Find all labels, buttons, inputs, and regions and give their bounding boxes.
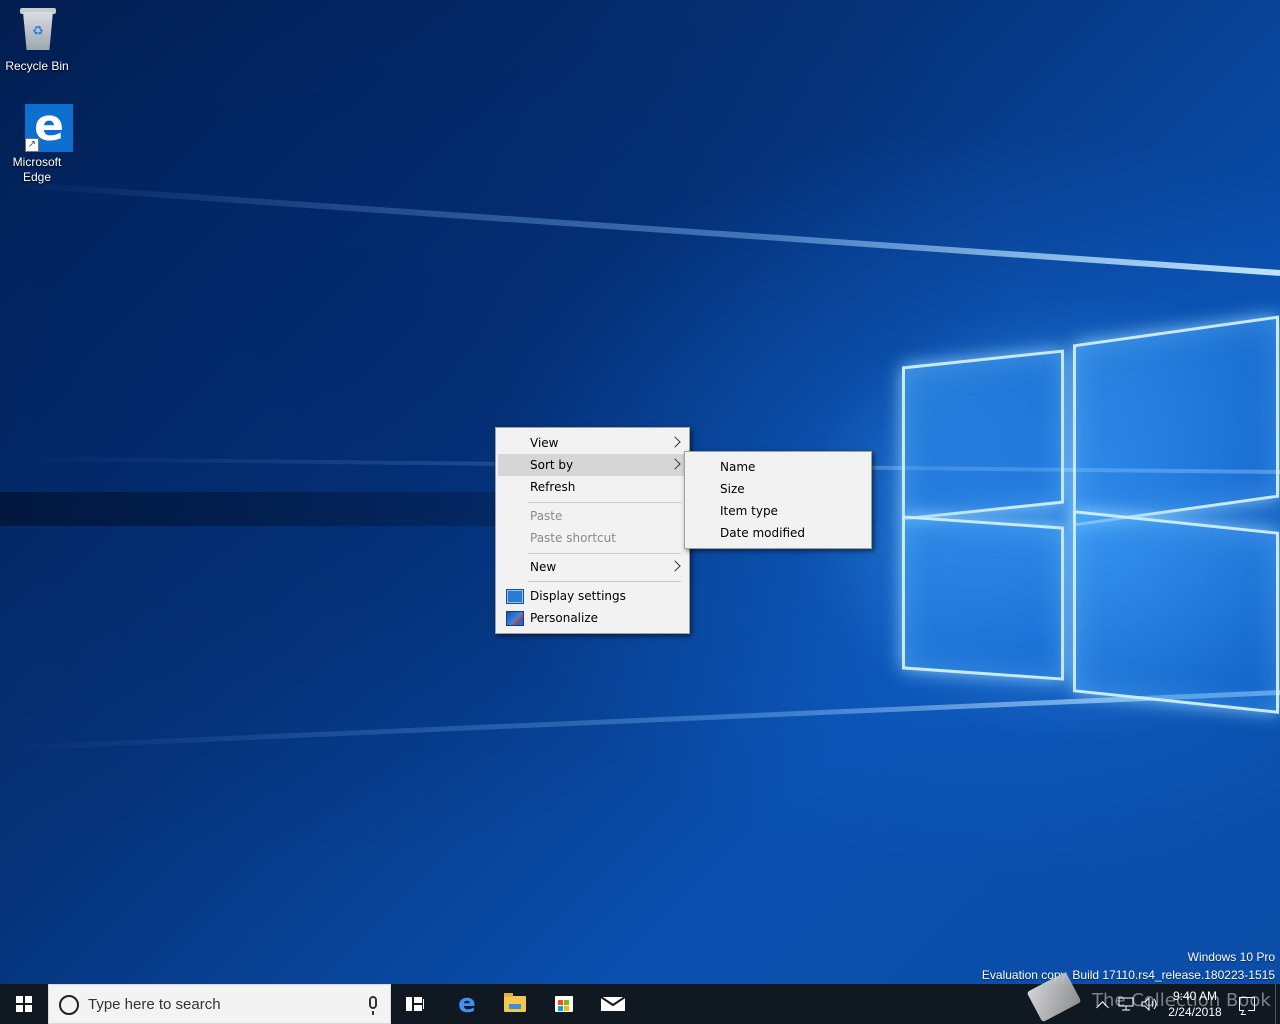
chevron-right-icon <box>669 436 681 448</box>
microphone-icon[interactable] <box>369 996 377 1015</box>
taskbar: Type here to search e 9:40 AM 2/24/2018 … <box>0 971 1280 1024</box>
windows-logo-icon <box>16 996 32 1012</box>
desktop-context-menu: View Sort by Refresh Paste Paste shortcu… <box>495 427 690 634</box>
overlay-watermark-text: The Collection Book <box>1092 990 1271 1011</box>
menu-item-paste-shortcut: Paste shortcut <box>530 531 616 545</box>
submenu-item-name[interactable]: Name <box>687 456 869 478</box>
recycle-bin-icon: ♻ <box>13 8 61 56</box>
sort-by-submenu: Name Size Item type Date modified <box>684 451 872 549</box>
desktop-icon-label: Microsoft Edge <box>12 155 62 184</box>
chevron-right-icon <box>669 560 681 572</box>
store-icon <box>555 996 573 1012</box>
wallpaper-window-pane <box>902 515 1064 681</box>
search-placeholder: Type here to search <box>88 996 221 1013</box>
light-beam <box>1 690 1280 751</box>
start-button[interactable] <box>0 984 48 1024</box>
light-beam <box>2 180 1280 276</box>
mail-button[interactable] <box>589 984 637 1024</box>
file-explorer-button[interactable] <box>491 984 539 1024</box>
wallpaper-window-pane <box>902 349 1064 521</box>
search-box[interactable]: Type here to search <box>48 984 391 1024</box>
menu-item-paste: Paste <box>530 509 563 523</box>
submenu-item-item-type[interactable]: Item type <box>687 500 869 522</box>
submenu-item-date-modified[interactable]: Date modified <box>687 522 869 544</box>
file-explorer-icon <box>504 993 526 1012</box>
menu-separator <box>528 553 681 554</box>
cortana-icon <box>59 995 79 1015</box>
desktop-icon-recycle-bin[interactable]: ♻ Recycle Bin <box>0 8 74 74</box>
menu-item-display-settings[interactable]: Display settings <box>498 585 687 607</box>
desktop-icon-label: Recycle Bin <box>5 59 69 73</box>
menu-item-view[interactable]: View <box>498 432 687 454</box>
menu-item-new[interactable]: New <box>498 556 687 578</box>
chevron-right-icon <box>669 458 681 470</box>
menu-separator <box>528 502 681 503</box>
edge-icon: e ↗ <box>13 104 73 152</box>
edge-taskbar-button[interactable]: e <box>443 984 491 1024</box>
task-view-icon <box>406 997 424 1011</box>
menu-item-sort-by[interactable]: Sort by <box>498 454 687 476</box>
menu-item-personalize[interactable]: Personalize <box>498 607 687 629</box>
desktop-icon-microsoft-edge[interactable]: e ↗ Microsoft Edge <box>0 104 74 185</box>
wallpaper-window-pane <box>1073 510 1279 714</box>
edge-icon: e <box>458 989 476 1019</box>
shortcut-arrow-icon: ↗ <box>25 138 39 152</box>
store-button[interactable] <box>540 984 588 1024</box>
wallpaper-window-pane <box>1073 315 1279 527</box>
overlay-watermark: The Collection Book <box>1026 971 1280 1024</box>
mail-icon <box>601 997 625 1011</box>
desktop[interactable]: ♻ Recycle Bin e ↗ Microsoft Edge View So… <box>0 0 1280 984</box>
menu-separator <box>528 581 681 582</box>
windows-edition-watermark: Windows 10 Pro <box>1187 950 1275 964</box>
submenu-item-size[interactable]: Size <box>687 478 869 500</box>
display-settings-icon <box>506 589 524 604</box>
personalize-icon <box>506 611 524 626</box>
menu-item-refresh[interactable]: Refresh <box>498 476 687 498</box>
book-icon <box>1026 971 1082 1023</box>
task-view-button[interactable] <box>391 984 439 1024</box>
